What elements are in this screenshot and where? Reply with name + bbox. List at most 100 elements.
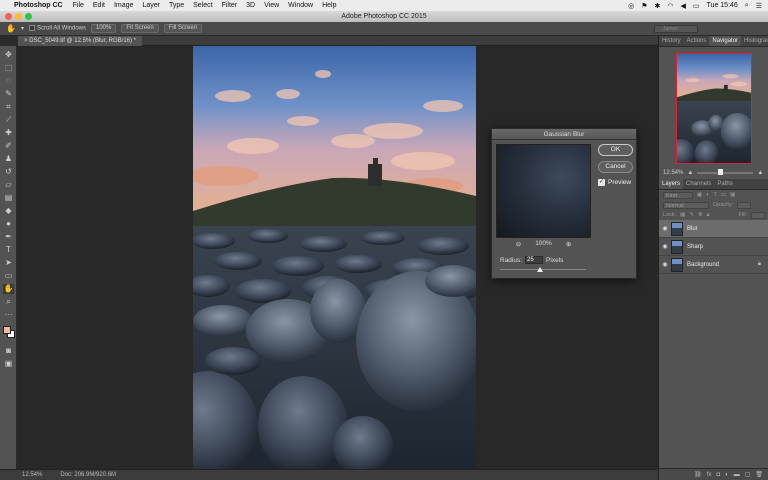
foreground-color-swatch[interactable] [3, 326, 11, 334]
gradient-tool-icon[interactable]: ▤ [3, 193, 14, 203]
menu-layer[interactable]: Layer [142, 2, 160, 9]
lock-paint-icon[interactable]: ✎ [689, 212, 694, 218]
scroll-all-windows-option[interactable]: Scroll All Windows [28, 25, 86, 32]
lock-all-icon[interactable]: 🔒︎ [707, 212, 710, 219]
menu-type[interactable]: Type [169, 2, 184, 9]
tab-close-icon[interactable]: × [24, 38, 28, 44]
volume-icon[interactable]: ◀ [681, 2, 686, 10]
zoom-100-button[interactable]: 100% [91, 24, 117, 33]
close-window-button[interactable] [5, 13, 12, 20]
new-layer-icon[interactable]: ▢ [745, 471, 751, 478]
search-icon[interactable]: ⌕ [745, 2, 749, 10]
navigator-zoom-slider[interactable] [697, 169, 754, 175]
crop-tool-icon[interactable]: ⌗ [3, 102, 14, 112]
tab-actions[interactable]: Actions [684, 36, 710, 46]
quick-select-tool-icon[interactable]: ✎ [3, 89, 14, 99]
path-selection-tool-icon[interactable]: ➤ [3, 258, 14, 268]
layer-kind-filter[interactable]: Kind [663, 191, 693, 199]
tab-paths[interactable]: Paths [714, 179, 735, 189]
tab-history[interactable]: History [659, 36, 684, 46]
link-layers-icon[interactable]: ⛓ [694, 471, 702, 478]
blur-tool-icon[interactable]: ◆ [3, 206, 14, 216]
dodge-tool-icon[interactable]: ● [3, 219, 14, 229]
healing-brush-tool-icon[interactable]: ✚ [3, 128, 14, 138]
blur-preview-area[interactable] [496, 144, 591, 238]
tab-layers[interactable]: Layers [659, 179, 684, 189]
wifi-icon[interactable]: ◠ [667, 2, 673, 10]
navigator-zoom-value[interactable]: 12.54% [663, 170, 683, 176]
cancel-button[interactable]: Cancel [598, 161, 633, 173]
battery-icon[interactable]: ▭ [693, 2, 700, 10]
navigator-zoom-knob[interactable] [717, 169, 723, 175]
new-group-icon[interactable]: ▬ [734, 472, 740, 478]
lock-move-icon[interactable]: ✥ [698, 212, 703, 218]
quick-mask-icon[interactable]: ◙ [3, 346, 14, 356]
layer-row-blur[interactable]: ◉ Blur [659, 220, 768, 238]
blend-mode-select[interactable]: Normal [663, 201, 709, 209]
minimize-window-button[interactable] [15, 13, 22, 20]
clock[interactable]: Tue 15:46 [707, 2, 738, 9]
menu-help[interactable]: Help [322, 2, 336, 9]
preview-checkbox[interactable]: ✓ [598, 179, 605, 186]
zoom-tool-icon[interactable]: ⌕ [3, 297, 14, 307]
flag-icon[interactable]: ⚑ [641, 2, 647, 10]
eyedropper-tool-icon[interactable]: ⟋ [3, 115, 14, 125]
menu-image[interactable]: Image [114, 2, 133, 9]
bluetooth-icon[interactable]: ✱ [655, 2, 661, 10]
scroll-all-checkbox[interactable] [28, 25, 35, 32]
app-menu[interactable]: Photoshop CC [14, 2, 63, 9]
filter-adjust-icon[interactable]: ◐ [706, 192, 709, 198]
visibility-eye-icon[interactable]: ◉ [659, 261, 671, 268]
menu-select[interactable]: Select [193, 2, 212, 9]
filter-pixel-icon[interactable]: ▣ [697, 192, 702, 198]
filter-type-icon[interactable]: T [714, 192, 717, 198]
lasso-tool-icon[interactable]: ◌ [3, 76, 14, 86]
brush-tool-icon[interactable]: ✐ [3, 141, 14, 151]
document-image[interactable] [193, 46, 476, 470]
zoom-out-icon[interactable]: ⊖ [516, 240, 521, 248]
ok-button[interactable]: OK [598, 144, 633, 156]
filter-shape-icon[interactable]: ▭ [721, 192, 726, 198]
creative-cloud-icon[interactable]: ◎ [628, 2, 634, 10]
navigator-zoom-out-icon[interactable]: ▲ [687, 170, 693, 176]
zoom-in-icon[interactable]: ⊕ [566, 240, 571, 248]
menu-view[interactable]: View [264, 2, 279, 9]
list-icon[interactable]: ☰ [756, 2, 762, 10]
document-tab[interactable]: × DSC_5049.tif @ 12.5% (Blur, RGB/16) * [18, 36, 142, 46]
zoom-window-button[interactable] [25, 13, 32, 20]
menu-edit[interactable]: Edit [93, 2, 105, 9]
hand-tool-icon[interactable]: ✋ [3, 284, 14, 294]
status-zoom[interactable]: 12.54% [22, 470, 42, 480]
marquee-tool-icon[interactable]: ⬚ [3, 63, 14, 73]
status-doc-size[interactable]: Doc: 206.9M/920.6M [60, 470, 116, 480]
tab-histogram[interactable]: Histogram [741, 36, 768, 46]
tab-channels[interactable]: Channels [683, 179, 714, 189]
screen-mode-icon[interactable]: ▣ [3, 359, 14, 369]
visibility-eye-icon[interactable]: ◉ [659, 243, 671, 250]
radius-input[interactable]: 25 [525, 256, 544, 264]
pen-tool-icon[interactable]: ✒ [3, 232, 14, 242]
eraser-tool-icon[interactable]: ▱ [3, 180, 14, 190]
tab-navigator[interactable]: Navigator [709, 36, 742, 46]
navigator-thumbnail[interactable] [676, 53, 752, 164]
hand-tool-icon[interactable]: ✋ [6, 24, 16, 33]
layer-row-background[interactable]: ◉ Background 🔒︎ [659, 256, 768, 274]
move-tool-icon[interactable]: ✥ [3, 50, 14, 60]
filter-smart-icon[interactable]: ▦ [730, 192, 735, 198]
fit-screen-button[interactable]: Fit Screen [121, 24, 159, 33]
history-brush-tool-icon[interactable]: ↺ [3, 167, 14, 177]
tool-preset-chevron-icon[interactable]: ▾ [21, 25, 24, 32]
type-tool-icon[interactable]: T [3, 245, 14, 255]
fill-input[interactable] [751, 211, 765, 219]
radius-slider-knob[interactable] [537, 267, 543, 272]
more-tools-icon[interactable]: ··· [3, 310, 14, 320]
visibility-eye-icon[interactable]: ◉ [659, 225, 671, 232]
lock-transparent-icon[interactable]: ▦ [680, 212, 685, 218]
adjustment-layer-icon[interactable]: ◐ [725, 472, 729, 478]
add-mask-icon[interactable]: ◘ [716, 472, 720, 478]
radius-slider[interactable] [500, 267, 586, 272]
preview-option[interactable]: ✓ Preview [598, 179, 631, 186]
clone-stamp-tool-icon[interactable]: ♟ [3, 154, 14, 164]
menu-file[interactable]: File [73, 2, 84, 9]
shape-tool-icon[interactable]: ▭ [3, 271, 14, 281]
